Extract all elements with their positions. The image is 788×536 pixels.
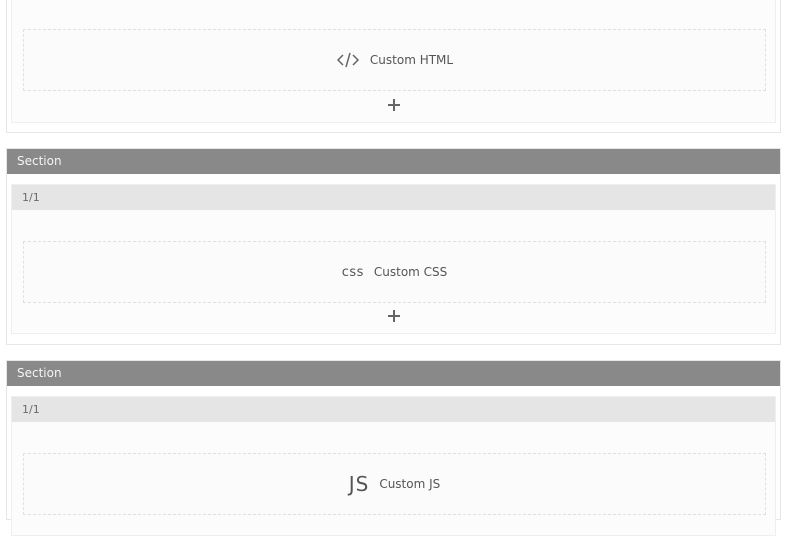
section-header[interactable]: Section <box>7 361 780 386</box>
column-header[interactable]: 1/1 <box>12 185 775 210</box>
element-label: Custom JS <box>379 477 441 491</box>
css-icon: css <box>341 264 364 280</box>
element-label: Custom CSS <box>373 265 448 279</box>
column-header[interactable]: 1/1 <box>12 397 775 422</box>
add-element-button[interactable] <box>386 97 402 113</box>
element-label: Custom HTML <box>369 53 454 67</box>
section-block: Section 1/1 css Custom CSS <box>6 148 781 345</box>
add-element-button[interactable] <box>386 308 402 324</box>
section-block: Section 1/1 JS Custom JS <box>6 360 781 536</box>
custom-js-element[interactable]: JS Custom JS <box>23 453 766 515</box>
column-block: Custom HTML <box>11 0 776 123</box>
custom-html-element[interactable]: Custom HTML <box>23 29 766 91</box>
column-block: 1/1 JS Custom JS <box>11 396 776 536</box>
custom-css-element[interactable]: css Custom CSS <box>23 241 766 303</box>
plus-icon <box>387 99 400 111</box>
section-block: Custom HTML <box>6 0 781 133</box>
js-icon: JS <box>348 472 370 496</box>
section-header[interactable]: Section <box>7 149 780 174</box>
code-icon <box>336 51 360 69</box>
plus-icon <box>387 310 400 322</box>
column-block: 1/1 css Custom CSS <box>11 184 776 334</box>
